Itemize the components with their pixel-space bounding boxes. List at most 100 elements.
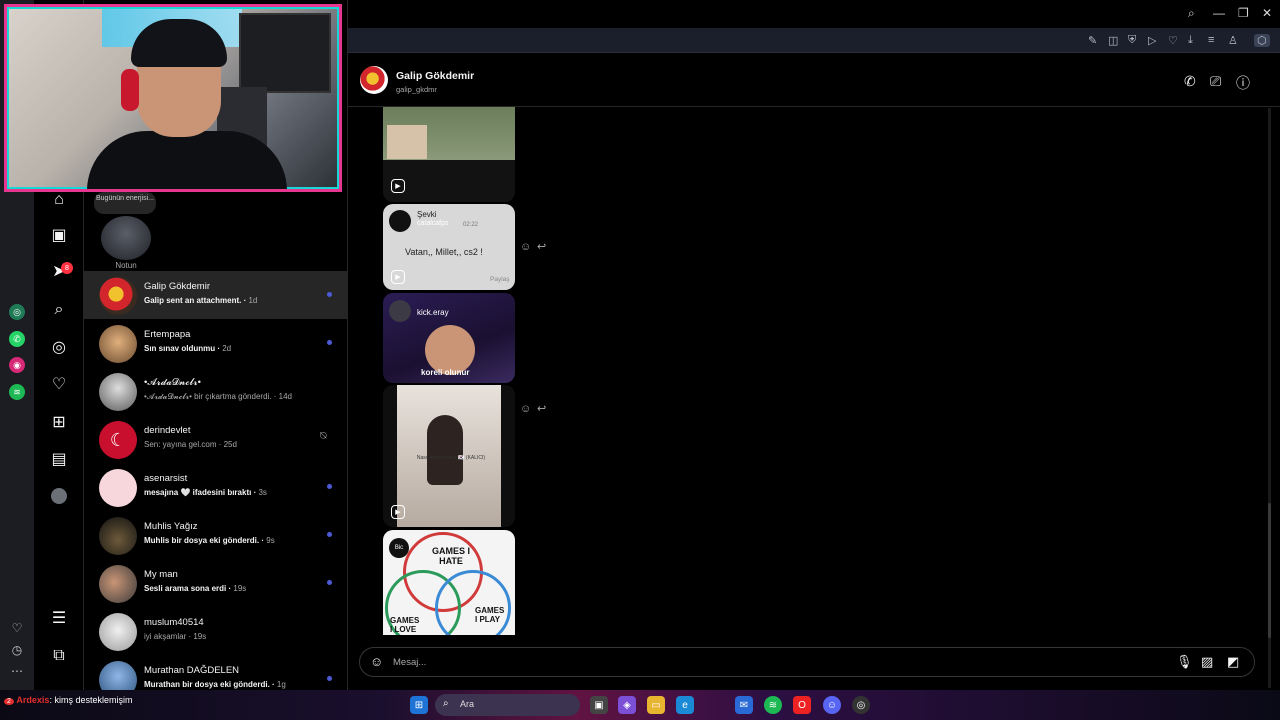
more-menu-icon[interactable]: ☰ <box>49 608 69 628</box>
windows-taskbar: 2 Ardexis: kimş desteklemişim ⊞ ⌕ Ara ▣ … <box>0 690 1280 720</box>
chat-name[interactable]: Galip Gökdemir <box>396 70 474 82</box>
shared-reel-card[interactable]: Nasıl koreli olunur 🇰🇷 (KALICI) ▶ <box>383 385 515 527</box>
avatar <box>99 373 137 411</box>
file-explorer-icon[interactable]: ▭ <box>647 696 665 714</box>
restore-icon[interactable]: ❐ <box>1238 6 1249 20</box>
taskbar-search[interactable]: ⌕ Ara <box>435 694 580 716</box>
shared-reel-card[interactable]: kick.eray koreli olunur <box>383 293 515 383</box>
reply-icon[interactable]: ↩ <box>537 240 546 253</box>
notifications-icon[interactable]: ♡ <box>49 374 69 394</box>
shared-reel-card[interactable]: ▶ <box>383 107 515 202</box>
extension-icon[interactable]: ⬡ <box>1254 34 1270 47</box>
dashboard-icon[interactable]: ▤ <box>49 449 69 469</box>
emoji-icon[interactable]: ☺ <box>370 654 383 669</box>
conversation-item[interactable]: Ertempapa Sın sınav oldunmu · 2d <box>84 319 348 367</box>
avatar <box>99 469 137 507</box>
shared-post-card[interactable]: Şevki catalcafps 02:22 Vatan,, Millet,, … <box>383 204 515 290</box>
profile-avatar[interactable] <box>49 486 69 506</box>
chat-scrollbar[interactable] <box>1268 108 1271 688</box>
steam-icon[interactable]: ◎ <box>852 696 870 714</box>
chat-avatar[interactable] <box>360 66 388 94</box>
task-view-icon[interactable]: ▣ <box>590 696 608 714</box>
more-icon[interactable]: ⋯ <box>0 664 34 678</box>
note-avatar[interactable] <box>101 216 151 260</box>
heart-icon[interactable]: ♡ <box>0 621 34 635</box>
play-icon[interactable]: ▷ <box>1148 34 1156 47</box>
reels-icon[interactable]: ▣ <box>49 225 69 245</box>
shared-post-card[interactable]: Bic GAMES I HATE GAMES I PLAY GAMES I LO… <box>383 530 515 635</box>
conversation-name: •𝓐𝓻𝓭𝓪𝓓𝓷𝓬𝓵𝓻• <box>144 377 201 388</box>
search-icon[interactable]: ⌕ <box>1188 6 1195 21</box>
video-call-icon[interactable]: ⎚ <box>1210 73 1221 90</box>
chat-header: Galip Gökdemir galip_gkdmr ✆ ⎚ ⓘ <box>348 53 1280 107</box>
create-icon[interactable]: ⊞ <box>49 412 69 432</box>
reel-icon: ▶ <box>391 179 405 193</box>
avatar <box>99 565 137 603</box>
close-icon[interactable]: ✕ <box>1262 6 1272 20</box>
reel-icon: ▶ <box>391 270 405 284</box>
avatar <box>99 661 137 690</box>
conversation-preview: Muhlis bir dosya eki gönderdi. · 9s <box>144 536 275 545</box>
conversation-name: asenarsist <box>144 473 188 484</box>
spotify-icon[interactable]: ≋ <box>9 384 25 400</box>
whatsapp-icon[interactable]: ✆ <box>9 331 25 347</box>
conversation-item[interactable]: Muhlis Yağız Muhlis bir dosya eki gönder… <box>84 511 348 559</box>
edit-icon[interactable]: ✎ <box>1088 34 1097 47</box>
message-input[interactable] <box>393 653 1093 671</box>
conversation-item[interactable]: muslum40514 iyi akşamlar · 19s <box>84 607 348 655</box>
image-icon[interactable]: ▨ <box>1201 654 1213 670</box>
phone-icon[interactable]: ✆ <box>1184 73 1196 90</box>
notification-badge: 8 <box>61 262 73 274</box>
share-link[interactable]: Paylaş <box>490 276 510 283</box>
copilot-icon[interactable]: ◈ <box>618 696 636 714</box>
heart-icon[interactable]: ♡ <box>1168 34 1178 47</box>
venn-label-love: GAMES I LOVE <box>390 616 420 634</box>
note-bubble[interactable]: Bugünün enerjisi... <box>94 192 156 214</box>
menu-icon[interactable]: ≡ <box>1208 34 1214 46</box>
card-avatar <box>389 300 411 322</box>
shield-icon[interactable]: ⛨ <box>1128 34 1136 47</box>
profile-icon[interactable]: ♙ <box>1228 34 1238 47</box>
reply-icon[interactable]: ↩ <box>537 402 546 415</box>
conversation-item[interactable]: asenarsist mesajına 🤍 ifadesini bıraktı … <box>84 463 348 511</box>
minimize-icon[interactable]: — <box>1213 6 1225 20</box>
stream-chat-user: Ardexis <box>16 695 50 705</box>
discord-icon[interactable]: ☺ <box>823 696 841 714</box>
conversation-item[interactable]: Murathan DAĞDELEN Murathan bir dosya eki… <box>84 655 348 690</box>
chat-username: galip_gkdmr <box>396 85 437 94</box>
headset <box>121 69 139 111</box>
react-emoji-icon[interactable]: ☺ <box>520 403 531 415</box>
edge-icon[interactable]: e <box>676 696 694 714</box>
webcam-overlay <box>4 4 342 192</box>
download-icon[interactable]: ⤓ <box>1188 34 1193 47</box>
note-label: Notun <box>115 261 137 270</box>
search-icon[interactable]: ⌕ <box>49 300 69 320</box>
conversation-item[interactable]: ☾ derindevlet Sen: yayına gel.com · 25d … <box>84 415 348 463</box>
unread-dot <box>327 580 332 585</box>
opera-taskbar-icon[interactable]: O <box>793 696 811 714</box>
react-emoji-icon[interactable]: ☺ <box>520 241 531 253</box>
outlook-icon[interactable]: ✉ <box>735 696 753 714</box>
conversation-preview: Sesli arama sona erdi · 19s <box>144 584 247 593</box>
muted-bell-icon: ⍉ <box>320 430 327 442</box>
search-icon: ⌕ <box>443 698 449 709</box>
apps-icon[interactable]: ⧉ <box>49 646 69 666</box>
scroll-thumb[interactable] <box>1268 503 1271 638</box>
start-icon[interactable]: ⊞ <box>410 696 428 714</box>
sticker-icon[interactable]: ◩ <box>1227 654 1239 670</box>
aria-icon[interactable]: ◎ <box>9 304 25 320</box>
conversation-item[interactable]: My man Sesli arama sona erdi · 19s <box>84 559 348 607</box>
reel-caption: koreli olunur <box>421 368 470 377</box>
conversation-item[interactable]: •𝓐𝓻𝓭𝓪𝓓𝓷𝓬𝓵𝓻• •𝓐𝓻𝓭𝓪𝓓𝓷𝓬𝓵𝓻• bir çıkartma gön… <box>84 367 348 415</box>
instagram-icon[interactable]: ◉ <box>9 357 25 373</box>
conversation-name: My man <box>144 569 178 580</box>
spotify-taskbar-icon[interactable]: ≋ <box>764 696 782 714</box>
chat-pane: Galip Gökdemir galip_gkdmr ✆ ⎚ ⓘ ▶ Şevki… <box>348 53 1280 690</box>
conversation-item[interactable]: Galip Gökdemir Galip sent an attachment.… <box>84 271 348 319</box>
microphone-icon[interactable]: 🎙 <box>1176 654 1193 670</box>
info-icon[interactable]: ⓘ <box>1236 73 1250 93</box>
home-icon[interactable]: ⌂ <box>49 190 69 210</box>
camera-icon[interactable]: ◫ <box>1108 34 1118 47</box>
explore-icon[interactable]: ◎ <box>49 337 69 357</box>
history-icon[interactable]: ◷ <box>0 643 34 657</box>
